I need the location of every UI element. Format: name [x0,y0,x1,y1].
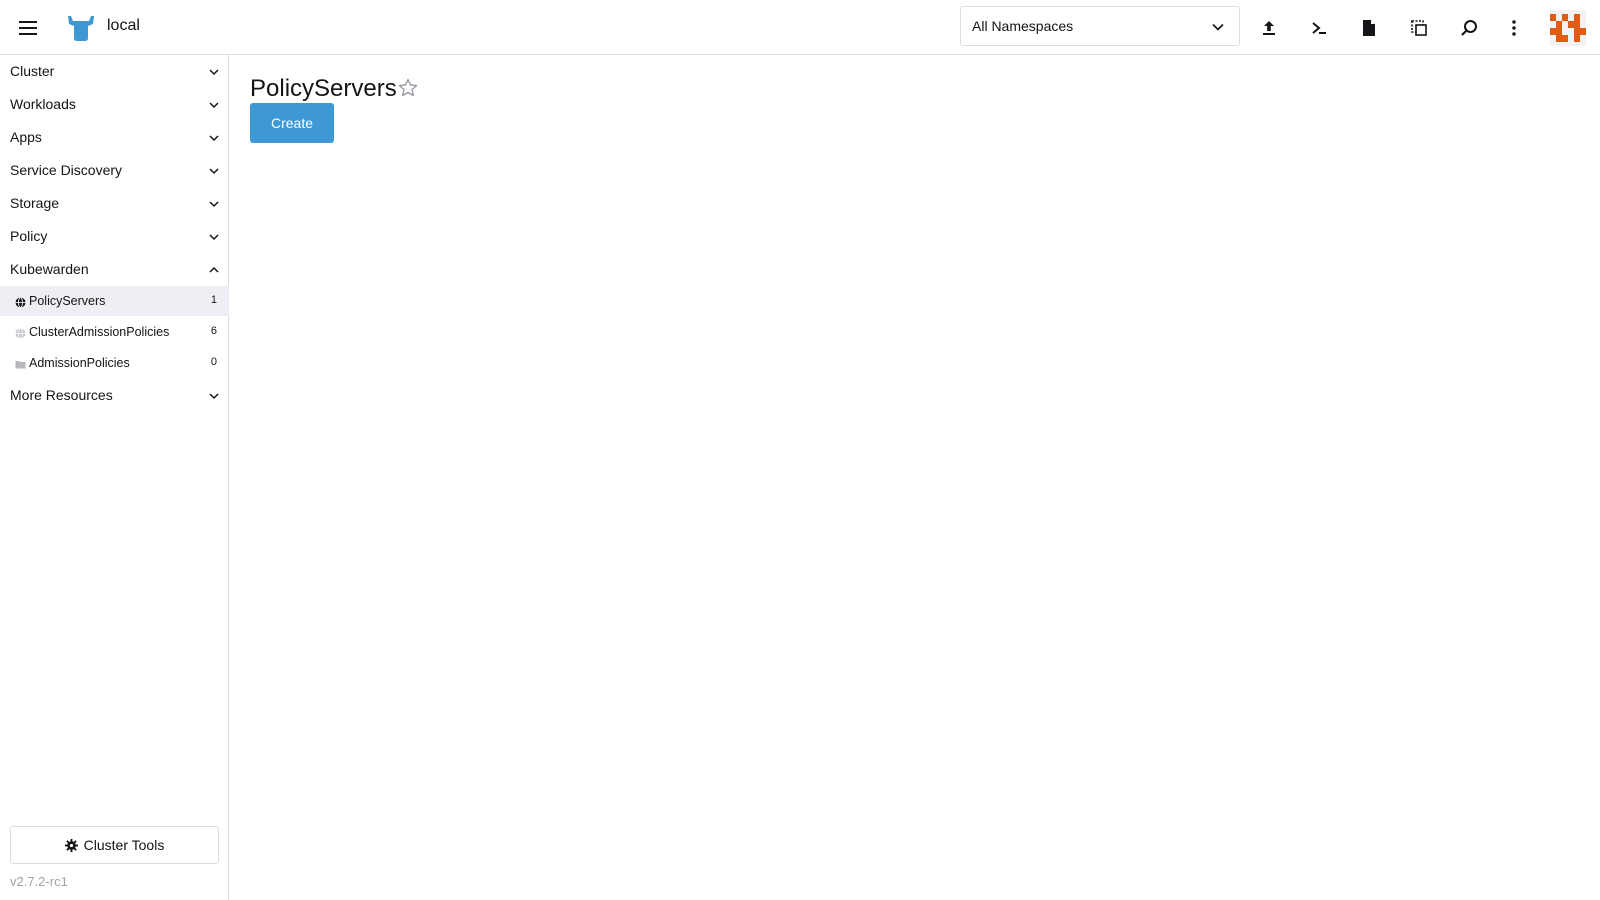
search-icon [1461,20,1477,36]
import-yaml-button[interactable] [1253,12,1285,44]
nav-group-label: Policy [10,228,48,244]
nav-group-label: Kubewarden [10,261,89,277]
cluster-logo-icon [66,14,96,42]
upload-icon [1263,21,1275,35]
namespace-select[interactable]: All Namespaces [960,6,1240,46]
nav-group-workloads[interactable]: Workloads [0,88,229,121]
top-header: local All Namespaces [0,0,1600,55]
nav-group-more-resources[interactable]: More Resources [0,379,229,412]
nav-item-count: 1 [210,294,217,306]
nav-item-label: PolicyServers [29,294,106,308]
chevron-down-icon [1211,20,1225,34]
chevron-down-icon [208,197,220,209]
nav-group-label: More Resources [10,387,113,403]
nav-group-cluster[interactable]: Cluster [0,55,229,88]
nav-group-kubewarden[interactable]: Kubewarden [0,253,229,286]
more-actions-button[interactable] [1498,12,1530,44]
resource-search-button[interactable] [1453,12,1485,44]
side-nav: Cluster Workloads Apps Service Discovery… [0,55,229,900]
chevron-up-icon [208,263,220,275]
chevron-down-icon [208,65,220,77]
nav-group-label: Workloads [10,96,76,112]
nav-item-label: ClusterAdmissionPolicies [29,325,170,339]
gear-icon [64,838,78,852]
cluster-tools-button[interactable]: Cluster Tools [10,826,219,864]
globe-icon [15,326,26,339]
chevron-down-icon [208,131,220,143]
kubeconfig-file-button[interactable] [1353,12,1385,44]
kubectl-shell-button[interactable] [1303,12,1335,44]
nav-item-count: 0 [210,356,217,368]
nav-group-service-discovery[interactable]: Service Discovery [0,154,229,187]
main-content: PolicyServers Create [230,55,1600,900]
nav-group-label: Storage [10,195,60,211]
create-button[interactable]: Create [250,103,334,143]
chevron-down-icon [208,98,220,110]
user-avatar[interactable] [1550,10,1586,46]
chevron-down-icon [208,230,220,242]
nav-group-label: Apps [10,129,42,145]
nav-group-label: Service Discovery [10,162,123,178]
nav-group-policy[interactable]: Policy [0,220,229,253]
copy-icon [1411,20,1427,36]
cluster-tools-label: Cluster Tools [83,837,165,853]
namespace-select-value: All Namespaces [972,18,1074,34]
more-vertical-icon [1512,20,1516,36]
terminal-icon [1312,22,1326,34]
nav-item-policyservers[interactable]: PolicyServers 1 [0,286,229,316]
nav-item-clusteradmissionpolicies[interactable]: ClusterAdmissionPolicies 6 [0,317,229,347]
nav-group-label: Cluster [10,63,55,79]
globe-icon [15,295,26,308]
chevron-down-icon [208,389,220,401]
chevron-down-icon [208,164,220,176]
nav-item-admissionpolicies[interactable]: AdmissionPolicies 0 [0,348,229,378]
cluster-name[interactable]: local [107,17,140,35]
nav-group-storage[interactable]: Storage [0,187,229,220]
star-icon[interactable] [398,78,418,98]
nav-group-apps[interactable]: Apps [0,121,229,154]
version-label[interactable]: v2.7.2-rc1 [10,874,68,889]
file-icon [1363,20,1375,36]
page-title: PolicyServers [250,75,397,102]
menu-icon[interactable] [16,16,40,40]
nav-item-count: 6 [210,325,217,337]
folder-icon [15,357,26,369]
copy-kubeconfig-button[interactable] [1403,12,1435,44]
nav-item-label: AdmissionPolicies [29,356,130,370]
